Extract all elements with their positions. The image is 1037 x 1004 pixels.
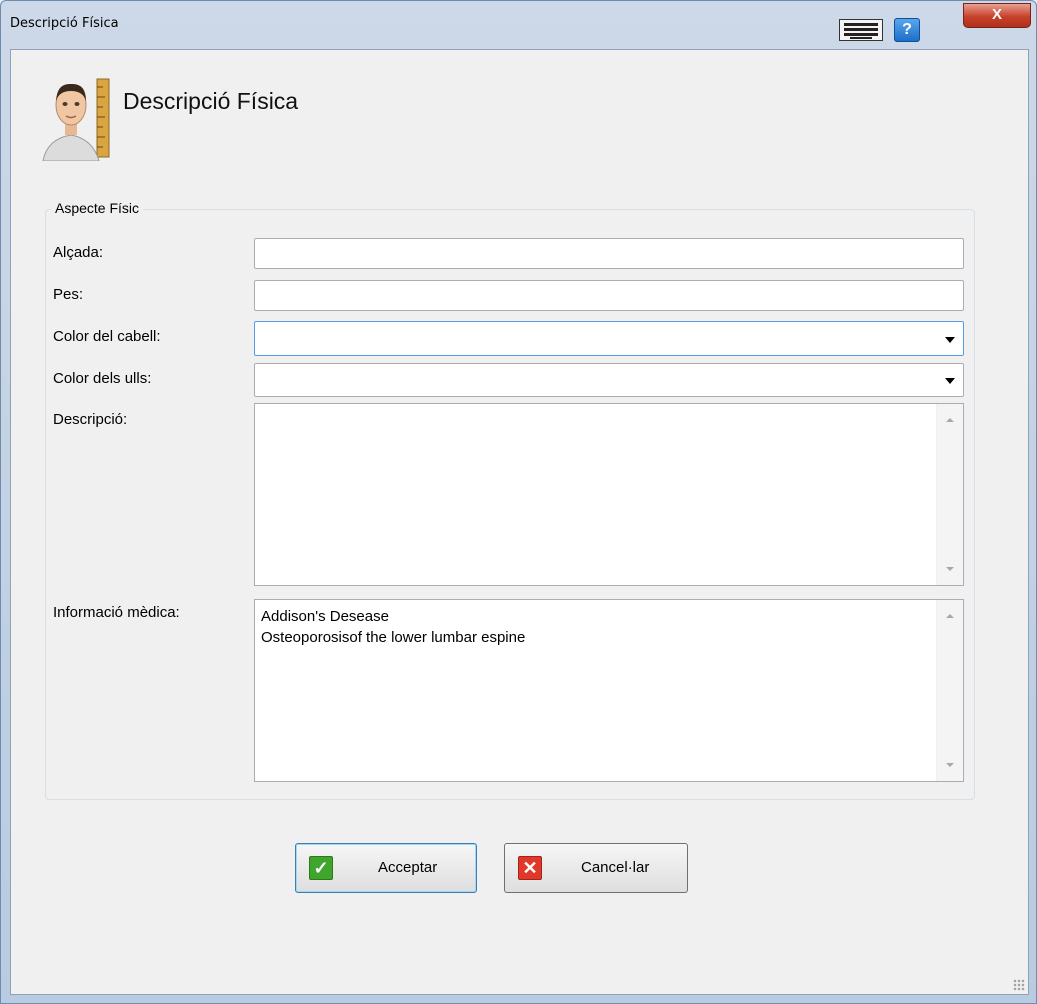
scroll-up-icon[interactable] bbox=[946, 614, 954, 618]
title-bar[interactable]: Descripció Física ? X bbox=[1, 1, 1036, 49]
height-input[interactable] bbox=[254, 238, 964, 269]
page-title: Descripció Física bbox=[123, 88, 299, 114]
chevron-down-icon[interactable] bbox=[945, 378, 955, 384]
height-label: Alçada: bbox=[53, 244, 104, 261]
scroll-down-icon[interactable] bbox=[946, 763, 954, 767]
medical-info-scrollbar[interactable] bbox=[936, 600, 963, 781]
weight-input[interactable] bbox=[254, 280, 964, 311]
person-with-ruler-icon bbox=[42, 78, 110, 161]
eye-color-select[interactable] bbox=[254, 363, 964, 397]
checkmark-icon: ✓ bbox=[309, 856, 333, 880]
description-scrollbar[interactable] bbox=[936, 404, 963, 585]
scroll-up-icon[interactable] bbox=[946, 418, 954, 422]
accept-button[interactable]: ✓ Acceptar bbox=[295, 843, 477, 893]
help-icon[interactable]: ? bbox=[894, 18, 920, 42]
medical-info-text: Addison's Desease Osteoporosisof the low… bbox=[261, 608, 526, 646]
dialog-content: Descripció Física Aspecte Físic Alçada: … bbox=[10, 49, 1029, 995]
keyboard-icon[interactable] bbox=[839, 19, 883, 41]
weight-label: Pes: bbox=[53, 286, 84, 303]
hair-color-select[interactable] bbox=[254, 321, 964, 356]
medical-info-label: Informació mèdica: bbox=[53, 604, 180, 621]
description-label: Descripció: bbox=[53, 411, 128, 428]
accept-button-label: Acceptar bbox=[378, 859, 438, 876]
cancel-button-label: Cancel·lar bbox=[581, 859, 650, 876]
close-button[interactable]: X bbox=[963, 3, 1031, 28]
cancel-button[interactable]: ✕ Cancel·lar bbox=[504, 843, 688, 893]
group-legend: Aspecte Físic bbox=[51, 200, 144, 216]
medical-info-textarea[interactable]: Addison's Desease Osteoporosisof the low… bbox=[254, 599, 964, 782]
scroll-down-icon[interactable] bbox=[946, 567, 954, 571]
x-icon: ✕ bbox=[518, 856, 542, 880]
eye-color-label: Color dels ulls: bbox=[53, 370, 152, 387]
description-textarea[interactable] bbox=[254, 403, 964, 586]
chevron-down-icon[interactable] bbox=[945, 337, 955, 343]
resize-grip[interactable] bbox=[1013, 979, 1025, 991]
hair-color-label: Color del cabell: bbox=[53, 328, 161, 345]
dialog-window: Descripció Física ? X Descripció Física … bbox=[0, 0, 1037, 1004]
close-icon: X bbox=[991, 6, 1002, 23]
window-title: Descripció Física bbox=[10, 16, 119, 31]
